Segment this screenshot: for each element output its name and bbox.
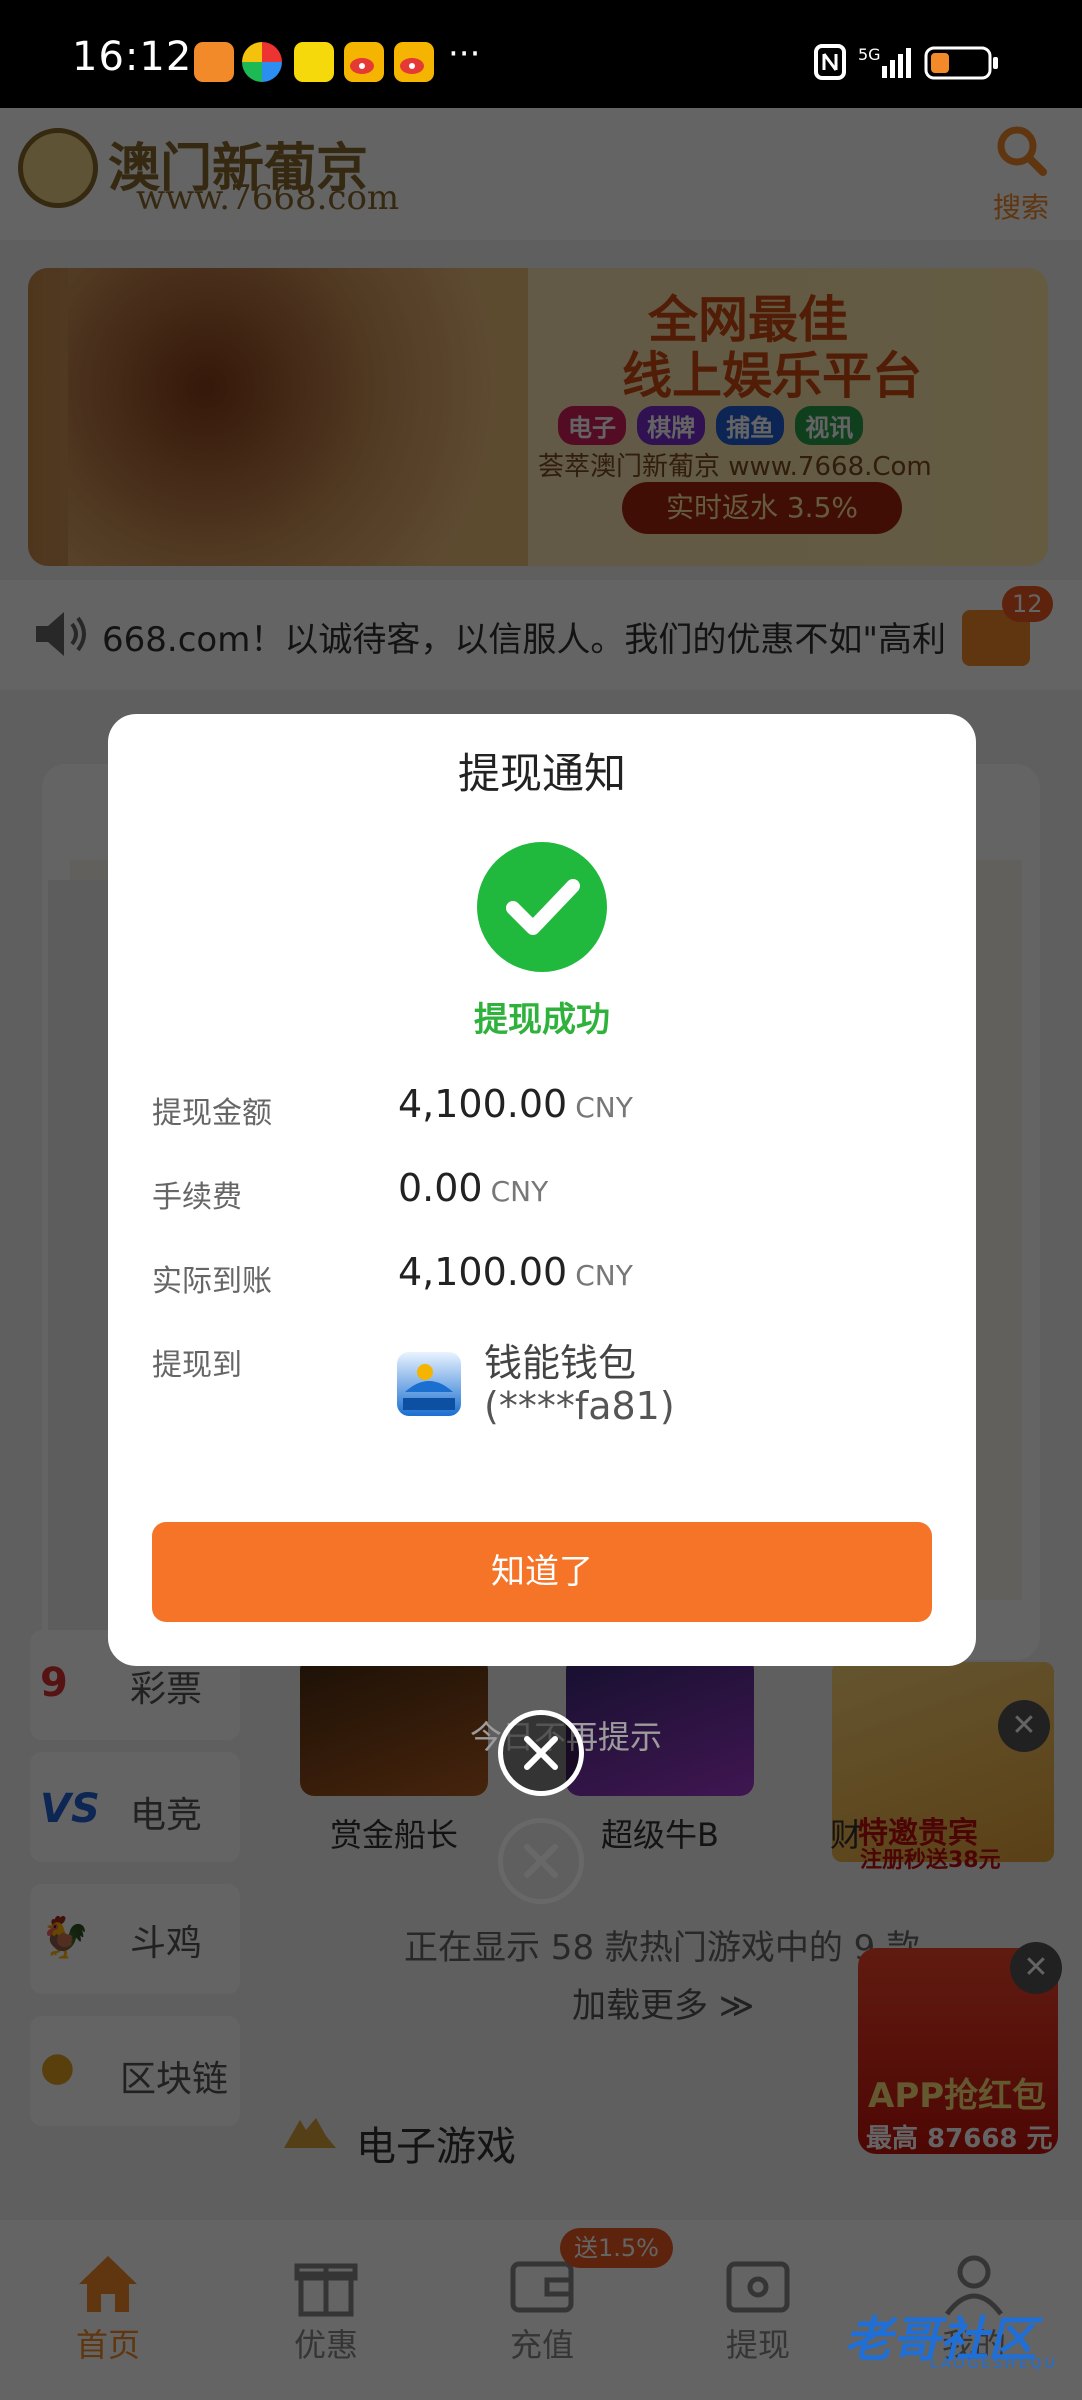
amount-value: 4,100.00 <box>398 1082 568 1126</box>
withdrawal-status: 提现成功 <box>474 1000 610 1040</box>
currency-unit: CNY <box>575 1091 633 1124</box>
heart-app-icon <box>194 42 234 82</box>
success-check-icon <box>477 842 607 972</box>
fee-value: 0.00 <box>398 1166 483 1210</box>
network-label: 5G <box>858 45 881 64</box>
amount-value-row: 4,100.00 CNY <box>398 1082 633 1126</box>
wallet-account: (****fa81) <box>484 1384 675 1428</box>
dialog-title: 提现通知 <box>457 749 626 798</box>
weibo-icon <box>344 42 384 82</box>
fee-value-row: 0.00 CNY <box>398 1166 548 1210</box>
received-value: 4,100.00 <box>398 1250 568 1294</box>
acknowledge-button[interactable]: 知道了 <box>152 1522 932 1622</box>
watermark-subtitle: LAOGESHEQU <box>930 2356 1058 2372</box>
system-status-icons: 5G <box>814 44 998 80</box>
fee-label: 手续费 <box>152 1180 242 1215</box>
close-icon <box>524 1736 558 1770</box>
more-notifications-icon: ··· <box>448 34 481 74</box>
wallet-app-icon <box>397 1352 461 1416</box>
close-modal-button[interactable] <box>498 1710 584 1796</box>
amount-label: 提现金额 <box>152 1096 272 1131</box>
destination-label: 提现到 <box>152 1348 242 1383</box>
received-label: 实际到账 <box>152 1264 272 1299</box>
received-value-row: 4,100.00 CNY <box>398 1250 633 1294</box>
status-time: 16:12 <box>72 34 193 80</box>
currency-unit: CNY <box>575 1259 633 1292</box>
status-bar: 16:12 ··· 5G <box>0 0 1082 108</box>
news-app-icon <box>294 42 334 82</box>
wallet-name: 钱能钱包 <box>484 1341 637 1385</box>
weibo-icon <box>394 42 434 82</box>
colorful-app-icon <box>242 42 282 82</box>
currency-unit: CNY <box>490 1175 549 1208</box>
